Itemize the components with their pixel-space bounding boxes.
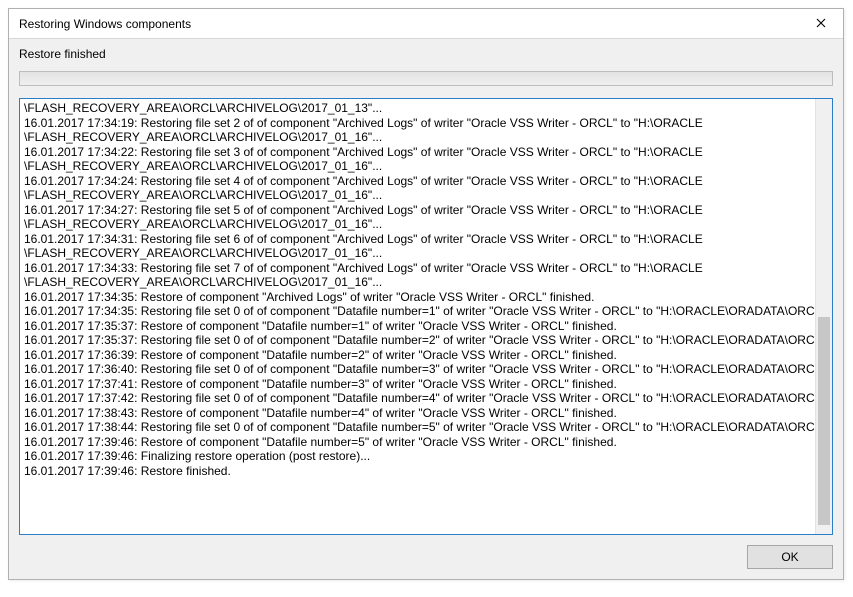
- log-line: 16.01.2017 17:37:42: Restoring file set …: [24, 391, 828, 406]
- log-area[interactable]: \FLASH_RECOVERY_AREA\ORCL\ARCHIVELOG\201…: [19, 98, 833, 535]
- log-line: \FLASH_RECOVERY_AREA\ORCL\ARCHIVELOG\201…: [24, 217, 828, 232]
- log-line: 16.01.2017 17:35:37: Restoring file set …: [24, 333, 828, 348]
- log-line: 16.01.2017 17:38:44: Restoring file set …: [24, 420, 828, 435]
- log-line: \FLASH_RECOVERY_AREA\ORCL\ARCHIVELOG\201…: [24, 275, 828, 290]
- progress-bar: [19, 71, 833, 86]
- log-line: 16.01.2017 17:39:46: Restore finished.: [24, 464, 828, 479]
- status-text: Restore finished: [9, 39, 843, 71]
- close-button[interactable]: [799, 9, 843, 39]
- close-icon: [816, 15, 826, 33]
- log-line: \FLASH_RECOVERY_AREA\ORCL\ARCHIVELOG\201…: [24, 159, 828, 174]
- window-title: Restoring Windows components: [19, 17, 799, 31]
- log-line: 16.01.2017 17:34:22: Restoring file set …: [24, 145, 828, 160]
- progress-row: [9, 71, 843, 98]
- ok-button[interactable]: OK: [747, 545, 833, 569]
- log-line: \FLASH_RECOVERY_AREA\ORCL\ARCHIVELOG\201…: [24, 246, 828, 261]
- log-content: \FLASH_RECOVERY_AREA\ORCL\ARCHIVELOG\201…: [20, 99, 832, 480]
- log-line: \FLASH_RECOVERY_AREA\ORCL\ARCHIVELOG\201…: [24, 101, 828, 116]
- vertical-scrollbar[interactable]: [815, 99, 832, 534]
- restore-window: Restoring Windows components Restore fin…: [8, 8, 844, 580]
- log-line: 16.01.2017 17:34:27: Restoring file set …: [24, 203, 828, 218]
- log-line: 16.01.2017 17:34:35: Restoring file set …: [24, 304, 828, 319]
- log-line: 16.01.2017 17:34:35: Restore of componen…: [24, 290, 828, 305]
- log-line: 16.01.2017 17:39:46: Finalizing restore …: [24, 449, 828, 464]
- log-line: 16.01.2017 17:34:31: Restoring file set …: [24, 232, 828, 247]
- log-line: \FLASH_RECOVERY_AREA\ORCL\ARCHIVELOG\201…: [24, 130, 828, 145]
- log-line: \FLASH_RECOVERY_AREA\ORCL\ARCHIVELOG\201…: [24, 188, 828, 203]
- log-line: 16.01.2017 17:39:46: Restore of componen…: [24, 435, 828, 450]
- button-row: OK: [9, 535, 843, 579]
- titlebar: Restoring Windows components: [9, 9, 843, 39]
- scrollbar-thumb[interactable]: [818, 317, 830, 526]
- log-line: 16.01.2017 17:34:19: Restoring file set …: [24, 116, 828, 131]
- log-line: 16.01.2017 17:36:39: Restore of componen…: [24, 348, 828, 363]
- log-line: 16.01.2017 17:38:43: Restore of componen…: [24, 406, 828, 421]
- log-line: 16.01.2017 17:36:40: Restoring file set …: [24, 362, 828, 377]
- log-line: 16.01.2017 17:34:24: Restoring file set …: [24, 174, 828, 189]
- log-line: 16.01.2017 17:34:33: Restoring file set …: [24, 261, 828, 276]
- log-line: 16.01.2017 17:37:41: Restore of componen…: [24, 377, 828, 392]
- log-line: 16.01.2017 17:35:37: Restore of componen…: [24, 319, 828, 334]
